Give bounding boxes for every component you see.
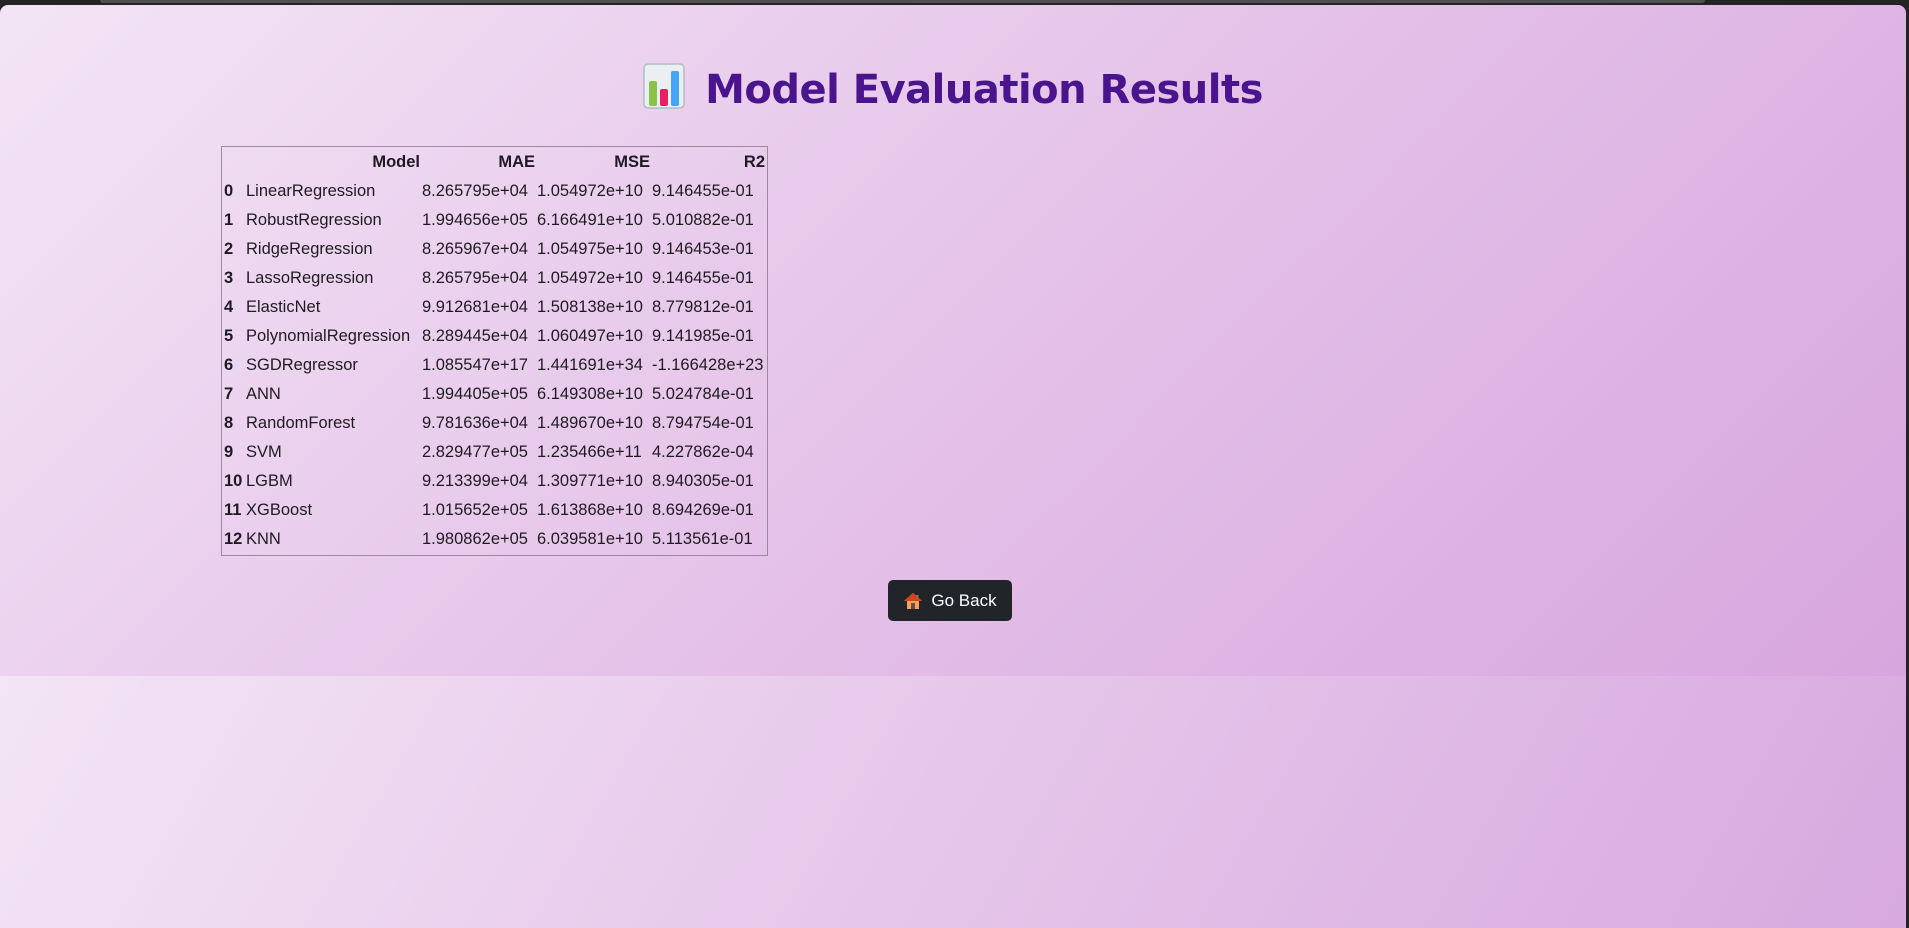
- row-index: 0: [224, 182, 234, 200]
- model-name-cell: XGBoost: [246, 501, 313, 519]
- row-index: 9: [224, 443, 234, 461]
- mae-cell: 9.912681e+04: [422, 298, 528, 316]
- row-index: 3: [224, 269, 234, 287]
- r2-cell: -1.166428e+23: [652, 356, 764, 374]
- r2-cell: 9.141985e-01: [652, 327, 754, 345]
- mse-cell: 1.441691e+34: [537, 356, 643, 374]
- row-index: 10: [224, 472, 243, 490]
- page-title: Model Evaluation Results: [705, 67, 1263, 113]
- mse-cell: 1.054975e+10: [537, 240, 643, 258]
- table-row: 6 SGDRegressor 1.085547e+17 1.441691e+34…: [224, 352, 765, 379]
- row-index: 5: [224, 327, 234, 345]
- model-name-cell: LassoRegression: [246, 269, 374, 287]
- browser-top-strip: [100, 0, 1705, 3]
- mae-cell: 8.265795e+04: [422, 182, 528, 200]
- table-row: 1 RobustRegression 1.994656e+05 6.166491…: [224, 207, 765, 234]
- mae-cell: 1.015652e+05: [422, 501, 528, 519]
- lower-background-band: [0, 676, 1906, 928]
- r2-cell: 8.940305e-01: [652, 472, 754, 490]
- r2-cell: 5.113561e-01: [652, 530, 753, 548]
- mae-cell: 9.781636e+04: [422, 414, 528, 432]
- model-name-cell: LinearRegression: [246, 182, 376, 200]
- mse-cell: 6.166491e+10: [537, 211, 643, 229]
- row-index: 11: [224, 501, 242, 519]
- table-row: 11 XGBoost 1.015652e+05 1.613868e+10 8.6…: [224, 497, 765, 524]
- row-index: 6: [224, 356, 234, 374]
- model-name-cell: KNN: [246, 530, 281, 548]
- column-header-r2: R2: [743, 153, 765, 171]
- page-header: Model Evaluation Results: [0, 63, 1906, 113]
- table-row: 0 LinearRegression 8.265795e+04 1.054972…: [224, 178, 765, 205]
- model-name-cell: SGDRegressor: [246, 356, 358, 374]
- table-row: 8 RandomForest 9.781636e+04 1.489670e+10…: [224, 410, 765, 437]
- table-row: 12 KNN 1.980862e+05 6.039581e+10 5.11356…: [224, 526, 765, 553]
- row-index: 2: [224, 240, 234, 258]
- row-index: 1: [224, 211, 234, 229]
- mae-cell: 8.289445e+04: [422, 327, 528, 345]
- table-row: 3 LassoRegression 8.265795e+04 1.054972e…: [224, 265, 765, 292]
- mse-cell: 1.235466e+11: [537, 443, 642, 461]
- row-index: 12: [224, 530, 243, 548]
- house-icon: [904, 592, 923, 609]
- model-name-cell: LGBM: [246, 472, 293, 490]
- mae-cell: 1.994405e+05: [422, 385, 528, 403]
- column-header-mae: MAE: [498, 153, 535, 171]
- table-row: 9 SVM 2.829477e+05 1.235466e+11 4.227862…: [224, 439, 765, 466]
- row-index: 4: [224, 298, 234, 316]
- bar-chart-icon: [643, 63, 685, 109]
- column-header-mse: MSE: [614, 153, 650, 171]
- mae-cell: 1.980862e+05: [422, 530, 528, 548]
- r2-cell: 5.010882e-01: [652, 211, 754, 229]
- results-table: Model MAE MSE R2 0 LinearRegression 8.26…: [221, 146, 768, 556]
- model-name-cell: ElasticNet: [246, 298, 321, 316]
- r2-cell: 8.794754e-01: [652, 414, 754, 432]
- mse-cell: 1.054972e+10: [537, 182, 643, 200]
- r2-cell: 5.024784e-01: [652, 385, 754, 403]
- go-back-button[interactable]: Go Back: [888, 580, 1012, 621]
- row-index: 8: [224, 414, 234, 432]
- r2-cell: 4.227862e-04: [652, 443, 754, 461]
- table-row: 4 ElasticNet 9.912681e+04 1.508138e+10 8…: [224, 294, 765, 321]
- page-container: Model Evaluation Results Model MAE MSE R…: [0, 5, 1906, 928]
- row-index: 7: [224, 385, 234, 403]
- mae-cell: 1.085547e+17: [422, 356, 528, 374]
- go-back-label: Go Back: [931, 590, 997, 610]
- r2-cell: 9.146455e-01: [652, 182, 754, 200]
- mae-cell: 2.829477e+05: [422, 443, 528, 461]
- mse-cell: 1.508138e+10: [537, 298, 643, 316]
- model-name-cell: PolynomialRegression: [246, 327, 411, 345]
- mse-cell: 1.613868e+10: [537, 501, 643, 519]
- mse-cell: 1.054972e+10: [537, 269, 643, 287]
- mse-cell: 6.039581e+10: [537, 530, 643, 548]
- table-header-row: Model MAE MSE R2: [224, 149, 765, 176]
- mae-cell: 8.265795e+04: [422, 269, 528, 287]
- model-name-cell: SVM: [246, 443, 282, 461]
- table-row: 2 RidgeRegression 8.265967e+04 1.054975e…: [224, 236, 765, 263]
- table-row: 5 PolynomialRegression 8.289445e+04 1.06…: [224, 323, 765, 350]
- r2-cell: 9.146453e-01: [652, 240, 754, 258]
- model-name-cell: ANN: [246, 385, 281, 403]
- mse-cell: 1.060497e+10: [537, 327, 643, 345]
- mse-cell: 1.309771e+10: [537, 472, 643, 490]
- column-header-model: Model: [372, 153, 420, 171]
- model-name-cell: RidgeRegression: [246, 240, 373, 258]
- table-row: 10 LGBM 9.213399e+04 1.309771e+10 8.9403…: [224, 468, 765, 495]
- mse-cell: 1.489670e+10: [537, 414, 643, 432]
- mse-cell: 6.149308e+10: [537, 385, 643, 403]
- mae-cell: 8.265967e+04: [422, 240, 528, 258]
- r2-cell: 9.146455e-01: [652, 269, 754, 287]
- mae-cell: 9.213399e+04: [422, 472, 528, 490]
- model-name-cell: RobustRegression: [246, 211, 382, 229]
- model-name-cell: RandomForest: [246, 414, 356, 432]
- r2-cell: 8.694269e-01: [652, 501, 754, 519]
- mae-cell: 1.994656e+05: [422, 211, 528, 229]
- r2-cell: 8.779812e-01: [652, 298, 754, 316]
- table-row: 7 ANN 1.994405e+05 6.149308e+10 5.024784…: [224, 381, 765, 408]
- column-header-index: [224, 149, 244, 176]
